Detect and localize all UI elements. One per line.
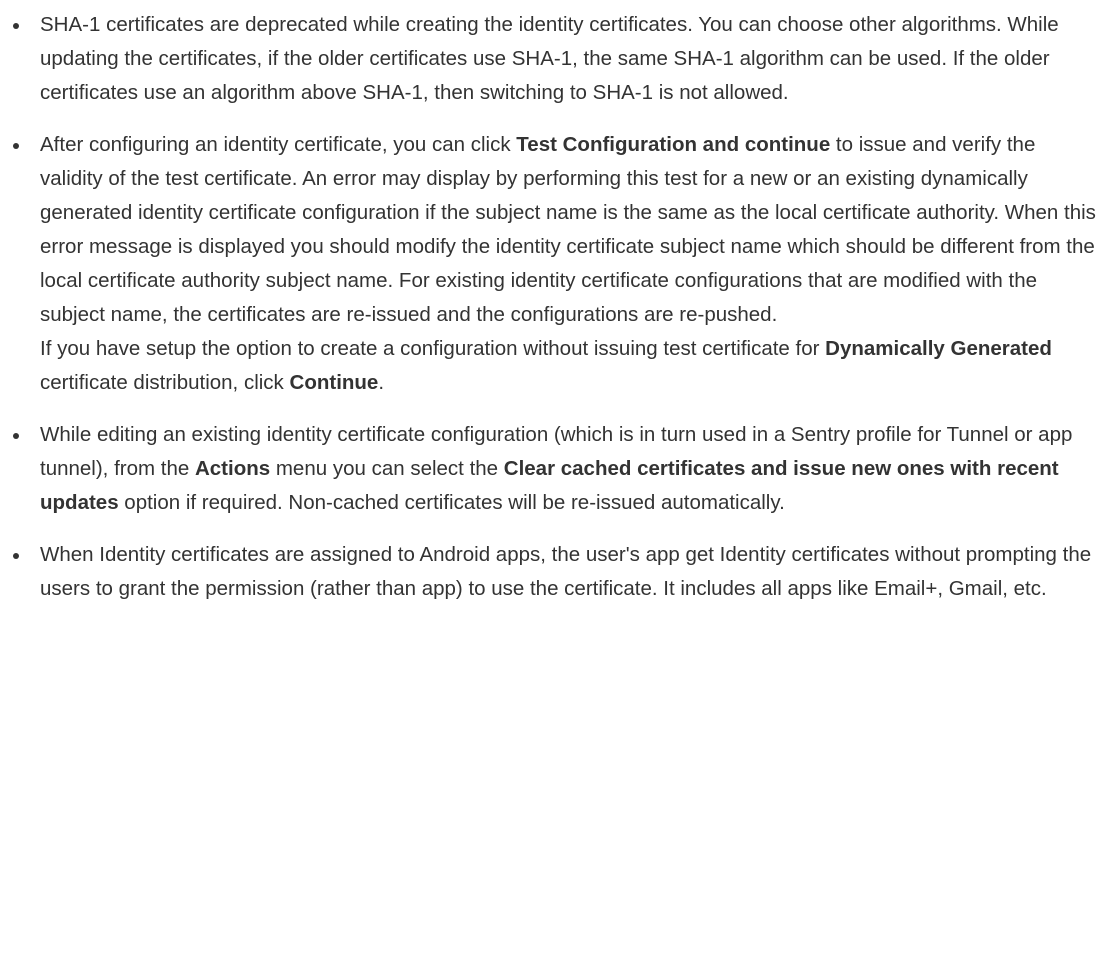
ui-term-test-configuration: Test Configuration and continue [516, 133, 831, 156]
note-text: After configuring an identity certificat… [40, 133, 517, 156]
bullet-icon [13, 433, 19, 439]
notes-list: SHA-1 certificates are deprecated while … [0, 8, 1105, 606]
bullet-icon [13, 23, 19, 29]
notes-content: SHA-1 certificates are deprecated while … [0, 0, 1105, 606]
note-text: option if required. Non-cached certifica… [118, 491, 785, 514]
ui-term-continue: Continue [289, 371, 379, 394]
ui-term-actions: Actions [194, 457, 271, 480]
note-paragraph: After configuring an identity certificat… [40, 128, 1099, 332]
note-text: menu you can select the [270, 457, 504, 480]
note-text: to issue and verify the validity of the … [40, 133, 1096, 326]
note-item-android-apps: When Identity certificates are assigned … [0, 538, 1105, 606]
bullet-icon [13, 143, 19, 149]
note-text: certificate distribution, click [40, 371, 290, 394]
ui-term-dynamically-generated: Dynamically Generated [825, 337, 1052, 360]
note-text: SHA-1 certificates are deprecated while … [40, 13, 1059, 104]
note-text: When Identity certificates are assigned … [40, 543, 1092, 600]
note-item-sha1: SHA-1 certificates are deprecated while … [0, 8, 1105, 110]
note-item-test-configuration: After configuring an identity certificat… [0, 128, 1105, 400]
note-text: If you have setup the option to create a… [40, 337, 826, 360]
note-paragraph: If you have setup the option to create a… [40, 332, 1099, 400]
bullet-icon [13, 553, 19, 559]
note-item-clear-cached: While editing an existing identity certi… [0, 418, 1105, 520]
note-text: . [378, 371, 385, 394]
